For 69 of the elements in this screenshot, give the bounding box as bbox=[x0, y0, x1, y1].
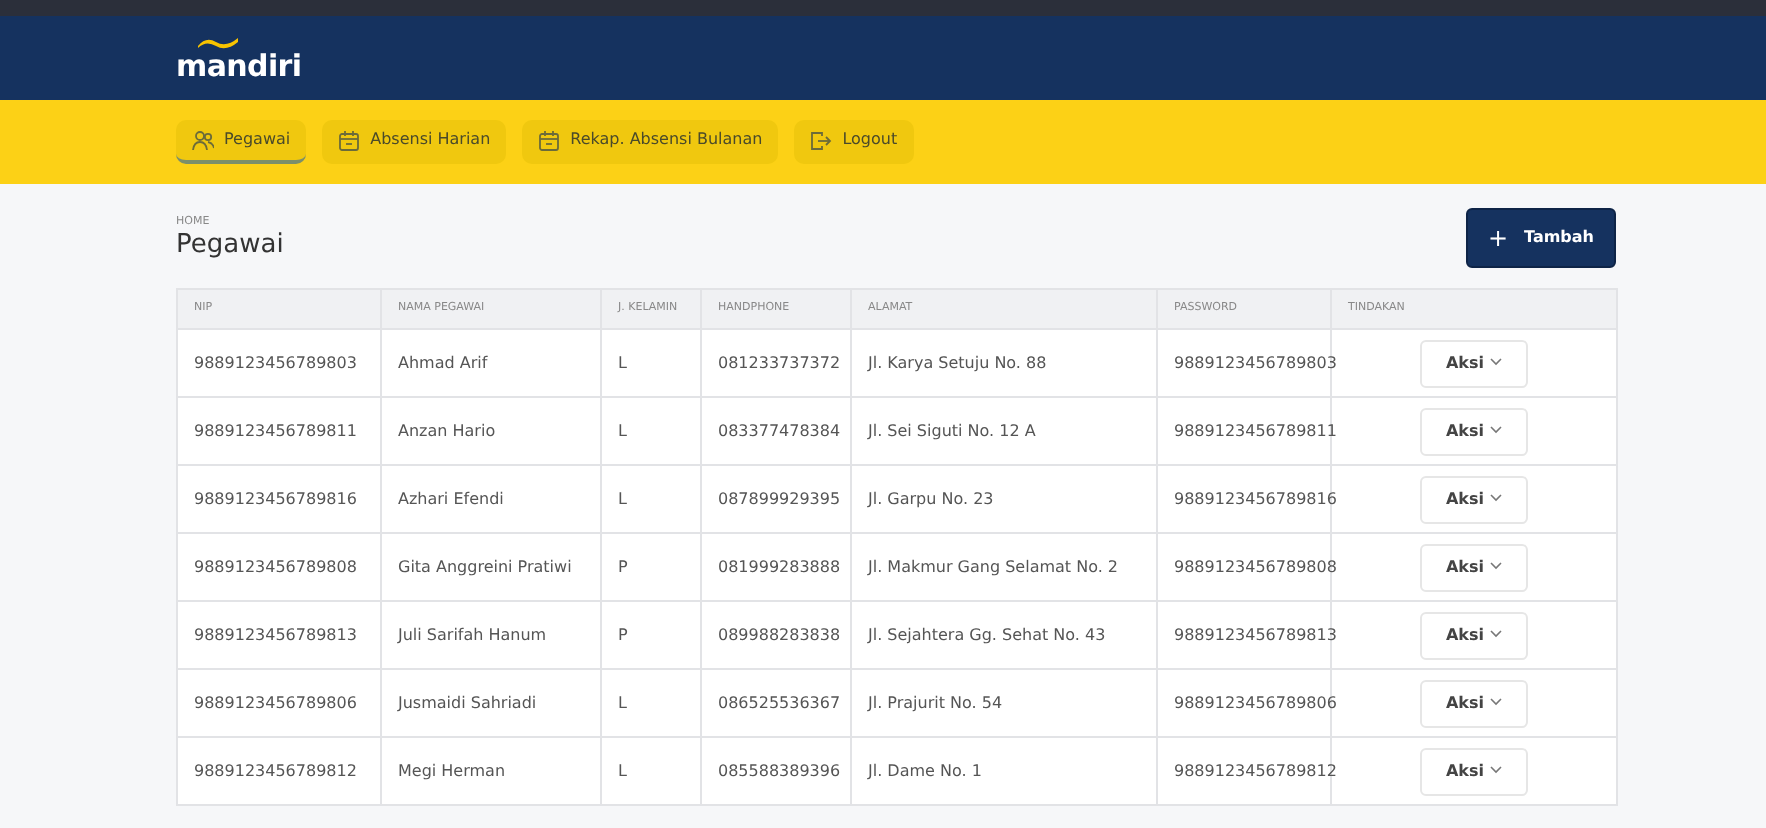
logout-icon bbox=[810, 129, 833, 151]
action-dropdown-button[interactable]: Aksi bbox=[1419, 543, 1528, 591]
table-cell: Ahmad Arif bbox=[381, 329, 601, 397]
calendar-icon bbox=[338, 129, 361, 151]
table-cell: 9889123456789816 bbox=[177, 465, 381, 533]
table-cell: 9889123456789812 bbox=[1157, 737, 1331, 805]
action-dropdown-button[interactable]: Aksi bbox=[1419, 339, 1528, 387]
table-cell: 9889123456789806 bbox=[177, 669, 381, 737]
logo-icon bbox=[196, 35, 240, 49]
nav-tab[interactable]: Pegawai bbox=[176, 120, 307, 164]
table-cell: 087899929395 bbox=[701, 465, 851, 533]
action-dropdown-button[interactable]: Aksi bbox=[1419, 679, 1528, 727]
table-cell: 9889123456789803 bbox=[177, 329, 381, 397]
table-cell: 9889123456789808 bbox=[1157, 533, 1331, 601]
caret-icon bbox=[1490, 358, 1502, 367]
caret-icon bbox=[1490, 426, 1502, 435]
calendar-icon bbox=[538, 129, 561, 151]
table-cell: 9889123456789813 bbox=[1157, 601, 1331, 669]
table-cell: Jl. Makmur Gang Selamat No. 2 bbox=[851, 533, 1157, 601]
table-cell: Jl. Prajurit No. 54 bbox=[851, 669, 1157, 737]
nav-tab[interactable]: Absensi Harian bbox=[322, 120, 507, 164]
table-cell: Jl. Garpu No. 23 bbox=[851, 465, 1157, 533]
table-cell: L bbox=[601, 329, 701, 397]
nav-tab[interactable]: Rekap. Absensi Bulanan bbox=[522, 120, 779, 164]
plus-icon: + bbox=[1487, 220, 1509, 256]
action-dropdown-button[interactable]: Aksi bbox=[1419, 407, 1528, 455]
table-cell: 9889123456789811 bbox=[177, 397, 381, 465]
table-cell: Megi Herman bbox=[381, 737, 601, 805]
table-cell: L bbox=[601, 669, 701, 737]
people-icon bbox=[192, 129, 214, 151]
table-cell: Juli Sarifah Hanum bbox=[381, 601, 601, 669]
table-cell: 089988283838 bbox=[701, 601, 851, 669]
table-cell: Jusmaidi Sahriadi bbox=[381, 669, 601, 737]
caret-icon bbox=[1490, 766, 1502, 775]
action-dropdown-button[interactable]: Aksi bbox=[1419, 475, 1528, 523]
caret-icon bbox=[1490, 698, 1502, 707]
table-cell: Jl. Dame No. 1 bbox=[851, 737, 1157, 805]
table-cell: 9889123456789803 bbox=[1157, 329, 1331, 397]
action-dropdown-button[interactable]: Aksi bbox=[1419, 747, 1528, 795]
table-cell: Jl. Sei Siguti No. 12 A bbox=[851, 397, 1157, 465]
table-cell: L bbox=[601, 397, 701, 465]
table-cell: Jl. Sejahtera Gg. Sehat No. 43 bbox=[851, 601, 1157, 669]
table-cell: 9889123456789812 bbox=[177, 737, 381, 805]
table-cell: Gita Anggreini Pratiwi bbox=[381, 533, 601, 601]
table-cell: 9889123456789811 bbox=[1157, 397, 1331, 465]
table-cell: L bbox=[601, 465, 701, 533]
table-cell: P bbox=[601, 601, 701, 669]
page-title: Pegawai bbox=[176, 230, 284, 262]
nav-tab[interactable]: Logout bbox=[794, 120, 914, 164]
caret-icon bbox=[1490, 562, 1502, 571]
table-cell: 085588389396 bbox=[701, 737, 851, 805]
table-cell: 9889123456789813 bbox=[177, 601, 381, 669]
table-cell: 086525536367 bbox=[701, 669, 851, 737]
table-cell: 081999283888 bbox=[701, 533, 851, 601]
table-cell: 9889123456789808 bbox=[177, 533, 381, 601]
add-button[interactable]: + Tambah bbox=[1465, 208, 1616, 268]
table-cell: Anzan Hario bbox=[381, 397, 601, 465]
caret-icon bbox=[1490, 630, 1502, 639]
table-cell: 9889123456789806 bbox=[1157, 669, 1331, 737]
table-cell: Azhari Efendi bbox=[381, 465, 601, 533]
logo-text: mandiri bbox=[176, 51, 302, 81]
table-cell: P bbox=[601, 533, 701, 601]
table-cell: 9889123456789816 bbox=[1157, 465, 1331, 533]
caret-icon bbox=[1490, 494, 1502, 503]
table-cell: 083377478384 bbox=[701, 397, 851, 465]
action-dropdown-button[interactable]: Aksi bbox=[1419, 611, 1528, 659]
table-cell: L bbox=[601, 737, 701, 805]
table-cell: 081233737372 bbox=[701, 329, 851, 397]
table-cell: Jl. Karya Setuju No. 88 bbox=[851, 329, 1157, 397]
